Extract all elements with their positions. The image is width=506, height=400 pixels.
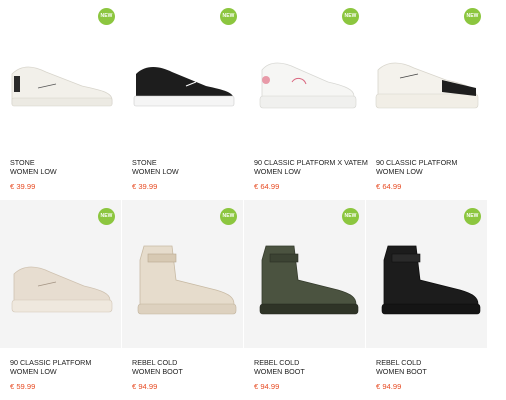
product-image[interactable]: NEW (366, 200, 487, 348)
product-name[interactable]: REBEL COLD WOMEN BOOT (376, 358, 494, 376)
product-name-line2: WOMEN LOW (254, 167, 301, 176)
product-name-line2: WOMEN LOW (10, 367, 57, 376)
product-card[interactable]: NEW REBEL COLD WOMEN BOOT € 94.99 (366, 200, 487, 395)
black-boot-image (381, 245, 481, 315)
product-card[interactable]: NEW REBEL COLD WOMEN BOOT € 94.99 (122, 200, 243, 395)
product-card[interactable]: NEW 90 CLASSIC PLATFORM WOMEN LOW € 59.9… (0, 200, 121, 395)
product-grid: NEW STONE WOMEN LOW € 39.99 NEW STONE WO… (0, 0, 506, 400)
product-name-line2: WOMEN BOOT (132, 367, 183, 376)
product-image[interactable]: NEW (244, 200, 365, 348)
product-image[interactable]: NEW (122, 0, 243, 148)
new-badge: NEW (98, 208, 115, 225)
product-name[interactable]: REBEL COLD WOMEN BOOT (132, 358, 250, 376)
product-name-line2: WOMEN LOW (10, 167, 57, 176)
product-name-line1: REBEL COLD (254, 358, 300, 367)
product-name-line2: WOMEN LOW (376, 167, 423, 176)
new-badge: NEW (464, 8, 481, 25)
new-badge: NEW (220, 208, 237, 225)
product-name-line1: STONE (10, 158, 35, 167)
product-image[interactable]: NEW (0, 0, 121, 148)
product-name-line1: REBEL COLD (376, 358, 422, 367)
product-name-line2: WOMEN BOOT (376, 367, 427, 376)
product-name-line1: 90 CLASSIC PLATFORM (376, 158, 458, 167)
product-name-line1: STONE (132, 158, 157, 167)
product-name-line1: 90 CLASSIC PLATFORM (10, 358, 92, 367)
new-badge: NEW (342, 208, 359, 225)
product-price: € 39.99 (132, 182, 158, 191)
product-price: € 59.99 (10, 382, 36, 391)
product-name[interactable]: 90 CLASSIC PLATFORM WOMEN LOW (376, 158, 494, 176)
product-name-line1: 90 CLASSIC PLATFORM X VATEM (254, 158, 368, 167)
product-card[interactable]: NEW STONE WOMEN LOW € 39.99 (0, 0, 121, 195)
product-image[interactable]: NEW (366, 0, 487, 148)
beige-platform-sneaker-image (11, 266, 113, 313)
black-low-sneaker-image (133, 67, 235, 107)
product-price: € 64.99 (376, 182, 402, 191)
product-card[interactable]: NEW REBEL COLD WOMEN BOOT € 94.99 (244, 200, 365, 395)
product-price: € 94.99 (376, 382, 402, 391)
product-card[interactable]: NEW 90 CLASSIC PLATFORM WOMEN LOW € 64.9… (366, 0, 487, 195)
beige-boot-image (137, 245, 237, 315)
product-name[interactable]: STONE WOMEN LOW (10, 158, 128, 176)
product-name-line1: REBEL COLD (132, 358, 178, 367)
white-black-platform-sneaker-image (375, 62, 479, 109)
product-image[interactable]: NEW (122, 200, 243, 348)
product-name[interactable]: 90 CLASSIC PLATFORM WOMEN LOW (10, 358, 128, 376)
white-platform-sneaker-image (259, 62, 357, 109)
product-card[interactable]: NEW 90 CLASSIC PLATFORM X VATEM WOMEN LO… (244, 0, 368, 195)
product-name[interactable]: 90 CLASSIC PLATFORM X VATEM WOMEN LOW (254, 158, 372, 176)
product-image[interactable]: NEW (244, 0, 365, 148)
product-price: € 39.99 (10, 182, 36, 191)
product-name-line2: WOMEN BOOT (254, 367, 305, 376)
new-badge: NEW (220, 8, 237, 25)
product-name[interactable]: STONE WOMEN LOW (132, 158, 250, 176)
product-price: € 94.99 (254, 382, 280, 391)
new-badge: NEW (98, 8, 115, 25)
product-card[interactable]: NEW STONE WOMEN LOW € 39.99 (122, 0, 243, 195)
new-badge: NEW (342, 8, 359, 25)
product-image[interactable]: NEW (0, 200, 121, 348)
product-name[interactable]: REBEL COLD WOMEN BOOT (254, 358, 372, 376)
product-name-line2: WOMEN LOW (132, 167, 179, 176)
product-price: € 94.99 (132, 382, 158, 391)
white-low-sneaker-image (11, 66, 113, 107)
new-badge: NEW (464, 208, 481, 225)
product-price: € 64.99 (254, 182, 280, 191)
olive-boot-image (259, 245, 359, 315)
